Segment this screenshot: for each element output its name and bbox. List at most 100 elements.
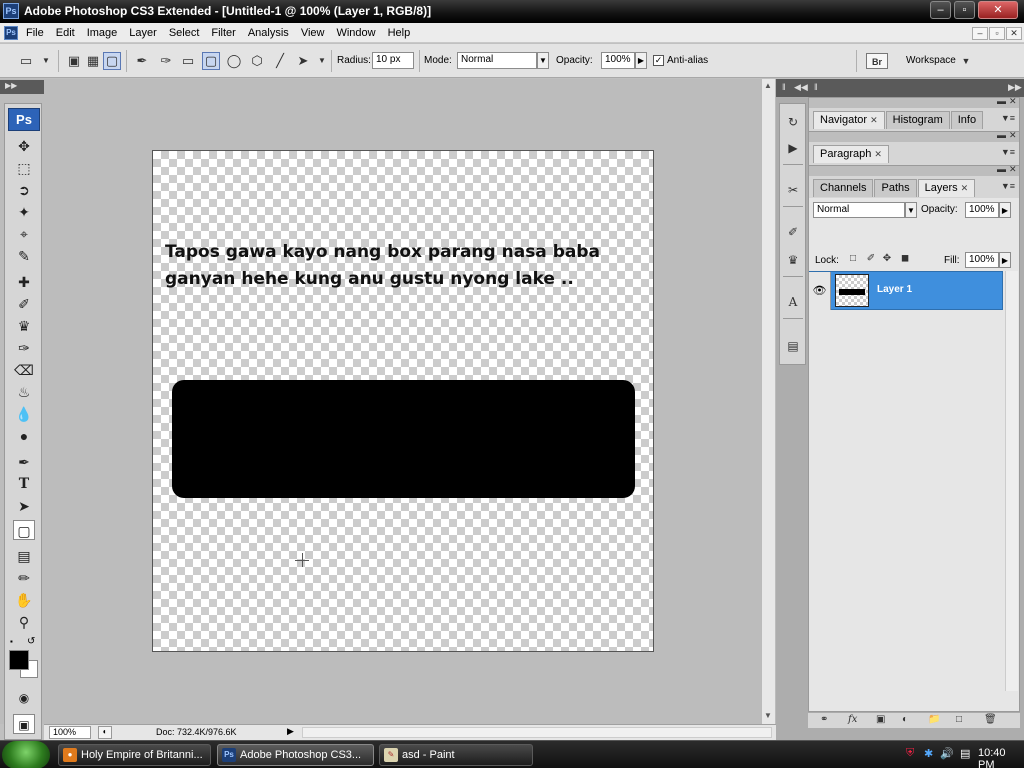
quick-mask-icon[interactable]: ◉ — [13, 688, 35, 708]
workspace-button[interactable]: Workspace — [906, 55, 956, 66]
tab-info[interactable]: Info — [950, 111, 984, 129]
scroll-up-icon[interactable]: ▲ — [764, 81, 772, 90]
doc-close-button[interactable]: ✕ — [1006, 27, 1022, 40]
lock-image-pixels-icon[interactable]: ✐ — [865, 253, 877, 265]
network-icon[interactable]: ▤ — [960, 747, 970, 760]
document-menu-icon[interactable]: Ps — [4, 26, 18, 40]
lock-transparency-icon[interactable]: □ — [847, 253, 859, 265]
brushes-panel-icon[interactable]: ✐ — [783, 222, 803, 242]
panel-minimize-icon[interactable]: ▬ — [997, 96, 1006, 106]
pen-tool-icon[interactable]: ✒ — [134, 53, 150, 69]
layer-row[interactable]: 👁 Layer 1 — [809, 271, 1003, 310]
panel-menu-icon[interactable]: ▼≡ — [1001, 181, 1015, 191]
menu-analysis[interactable]: Analysis — [242, 27, 295, 39]
scroll-down-icon[interactable]: ▼ — [764, 711, 772, 720]
zoom-tool-icon[interactable]: ⚲ — [13, 612, 35, 632]
dock-grip-icon[interactable]: ‖ — [782, 82, 786, 92]
collapse-right-icon[interactable]: ▶▶ — [1008, 82, 1022, 93]
custom-shape-icon[interactable]: ➤ — [295, 53, 311, 69]
link-layers-icon[interactable]: ⚭ — [820, 714, 828, 725]
menu-view[interactable]: View — [295, 27, 331, 39]
panel-minimize-icon[interactable]: ▬ — [997, 164, 1006, 174]
menu-window[interactable]: Window — [330, 27, 381, 39]
dock-grip-icon-2[interactable]: ‖ — [814, 82, 818, 92]
polygon-icon[interactable]: ⬡ — [249, 53, 265, 69]
taskbar-item-photoshop[interactable]: Ps Adobe Photoshop CS3... — [217, 744, 374, 766]
blur-tool-icon[interactable]: 💧 — [13, 404, 35, 424]
notes-panel-icon[interactable]: ▤ — [783, 336, 803, 356]
panel-close-icon[interactable]: ✕ — [1009, 164, 1017, 175]
security-shield-icon[interactable]: ⛨ — [906, 747, 914, 760]
eyedropper-tool-icon[interactable]: ✏ — [13, 568, 35, 588]
toolbox-header[interactable]: ▶▶ — [0, 80, 44, 94]
paint-bucket-tool-icon[interactable]: ♨ — [13, 382, 35, 402]
screen-mode-icon[interactable]: ▣ — [13, 714, 35, 734]
panel-header[interactable]: ▬ ✕ — [809, 164, 1019, 176]
panel-header[interactable]: ▬ ✕ — [809, 130, 1019, 142]
minimize-button[interactable]: – — [930, 1, 951, 19]
layer-name[interactable]: Layer 1 — [877, 284, 912, 295]
magic-wand-tool-icon[interactable]: ✦ — [13, 202, 35, 222]
tool-preset-icon[interactable]: ▭ — [18, 53, 34, 69]
type-tool-icon[interactable]: T — [13, 474, 35, 494]
panel-menu-icon[interactable]: ▼≡ — [1001, 147, 1015, 157]
new-group-icon[interactable]: 📁 — [928, 714, 940, 725]
crop-tool-icon[interactable]: ⌖ — [13, 224, 35, 244]
menu-file[interactable]: File — [20, 27, 50, 39]
slice-tool-icon[interactable]: ✎ — [13, 246, 35, 266]
document-canvas[interactable]: Tapos gawa kayo nang box parang nasa bab… — [152, 150, 654, 652]
blend-mode-select[interactable]: Normal — [813, 202, 905, 218]
actions-panel-icon[interactable]: ▶ — [783, 138, 803, 158]
mode-dropdown-icon[interactable]: ▼ — [537, 52, 549, 69]
layer-opacity-arrow-icon[interactable]: ▶ — [999, 202, 1011, 218]
tab-paragraph[interactable]: Paragraph ✕ — [813, 145, 889, 163]
layer-opacity-input[interactable]: 100% — [965, 202, 999, 218]
fill-pixels-icon[interactable]: ▢ — [103, 52, 121, 70]
rectangle-shape-icon[interactable]: ▭ — [180, 53, 196, 69]
tab-close-icon[interactable]: ✕ — [874, 149, 882, 159]
collapse-left-icon[interactable]: ◀◀ — [794, 82, 808, 93]
bridge-button[interactable]: Br — [866, 53, 888, 69]
menu-edit[interactable]: Edit — [50, 27, 81, 39]
blend-mode-dropdown-icon[interactable]: ▼ — [905, 202, 917, 218]
start-button[interactable] — [2, 741, 50, 768]
layer-visibility-eye-icon[interactable]: 👁 — [809, 272, 831, 310]
radius-input[interactable]: 10 px — [372, 52, 414, 69]
rounded-rectangle-icon[interactable]: ▢ — [202, 52, 220, 70]
status-menu-arrow-icon[interactable]: ▶ — [287, 726, 294, 737]
menu-filter[interactable]: Filter — [205, 27, 241, 39]
dodge-tool-icon[interactable]: ● — [13, 426, 35, 446]
swap-colors-icon[interactable]: ↺ — [27, 636, 35, 647]
vertical-scrollbar[interactable]: ▲ ▼ — [761, 79, 775, 724]
path-selection-tool-icon[interactable]: ➤ — [13, 496, 35, 516]
menu-help[interactable]: Help — [382, 27, 417, 39]
panel-close-icon[interactable]: ✕ — [1009, 130, 1017, 141]
tab-paths[interactable]: Paths — [874, 179, 917, 197]
freeform-pen-icon[interactable]: ✑ — [158, 53, 174, 69]
bluetooth-icon[interactable]: ✱ — [924, 747, 933, 760]
ellipse-icon[interactable]: ◯ — [226, 53, 242, 69]
doc-restore-button[interactable]: ▫ — [989, 27, 1005, 40]
maximize-button[interactable]: ▫ — [954, 1, 975, 19]
opacity-input[interactable]: 100% — [601, 52, 635, 69]
panel-menu-icon[interactable]: ▼≡ — [1001, 113, 1015, 123]
doc-minimize-button[interactable]: – — [972, 27, 988, 40]
tab-channels[interactable]: Channels — [813, 179, 874, 197]
workspace-dropdown-icon[interactable]: ▼ — [958, 53, 974, 69]
status-info-icon[interactable]: ◐ — [98, 726, 112, 739]
opacity-slider-arrow-icon[interactable]: ▶ — [635, 52, 647, 69]
add-mask-icon[interactable]: ▣ — [876, 714, 885, 725]
foreground-color-swatch[interactable] — [9, 650, 29, 670]
lasso-tool-icon[interactable]: ➲ — [13, 180, 35, 200]
shape-layers-icon[interactable]: ▣ — [66, 53, 82, 69]
fill-arrow-icon[interactable]: ▶ — [999, 252, 1011, 268]
clock[interactable]: 10:40 PM — [978, 747, 1024, 768]
marquee-tool-icon[interactable]: ⬚ — [13, 158, 35, 178]
eraser-tool-icon[interactable]: ⌫ — [13, 360, 35, 380]
menu-layer[interactable]: Layer — [123, 27, 163, 39]
horizontal-scrollbar[interactable] — [302, 727, 772, 738]
paths-mode-icon[interactable]: ▦ — [85, 53, 101, 69]
character-panel-icon[interactable]: A — [783, 292, 803, 312]
mode-select[interactable]: Normal — [457, 52, 537, 69]
volume-icon[interactable]: 🔊 — [940, 747, 954, 760]
